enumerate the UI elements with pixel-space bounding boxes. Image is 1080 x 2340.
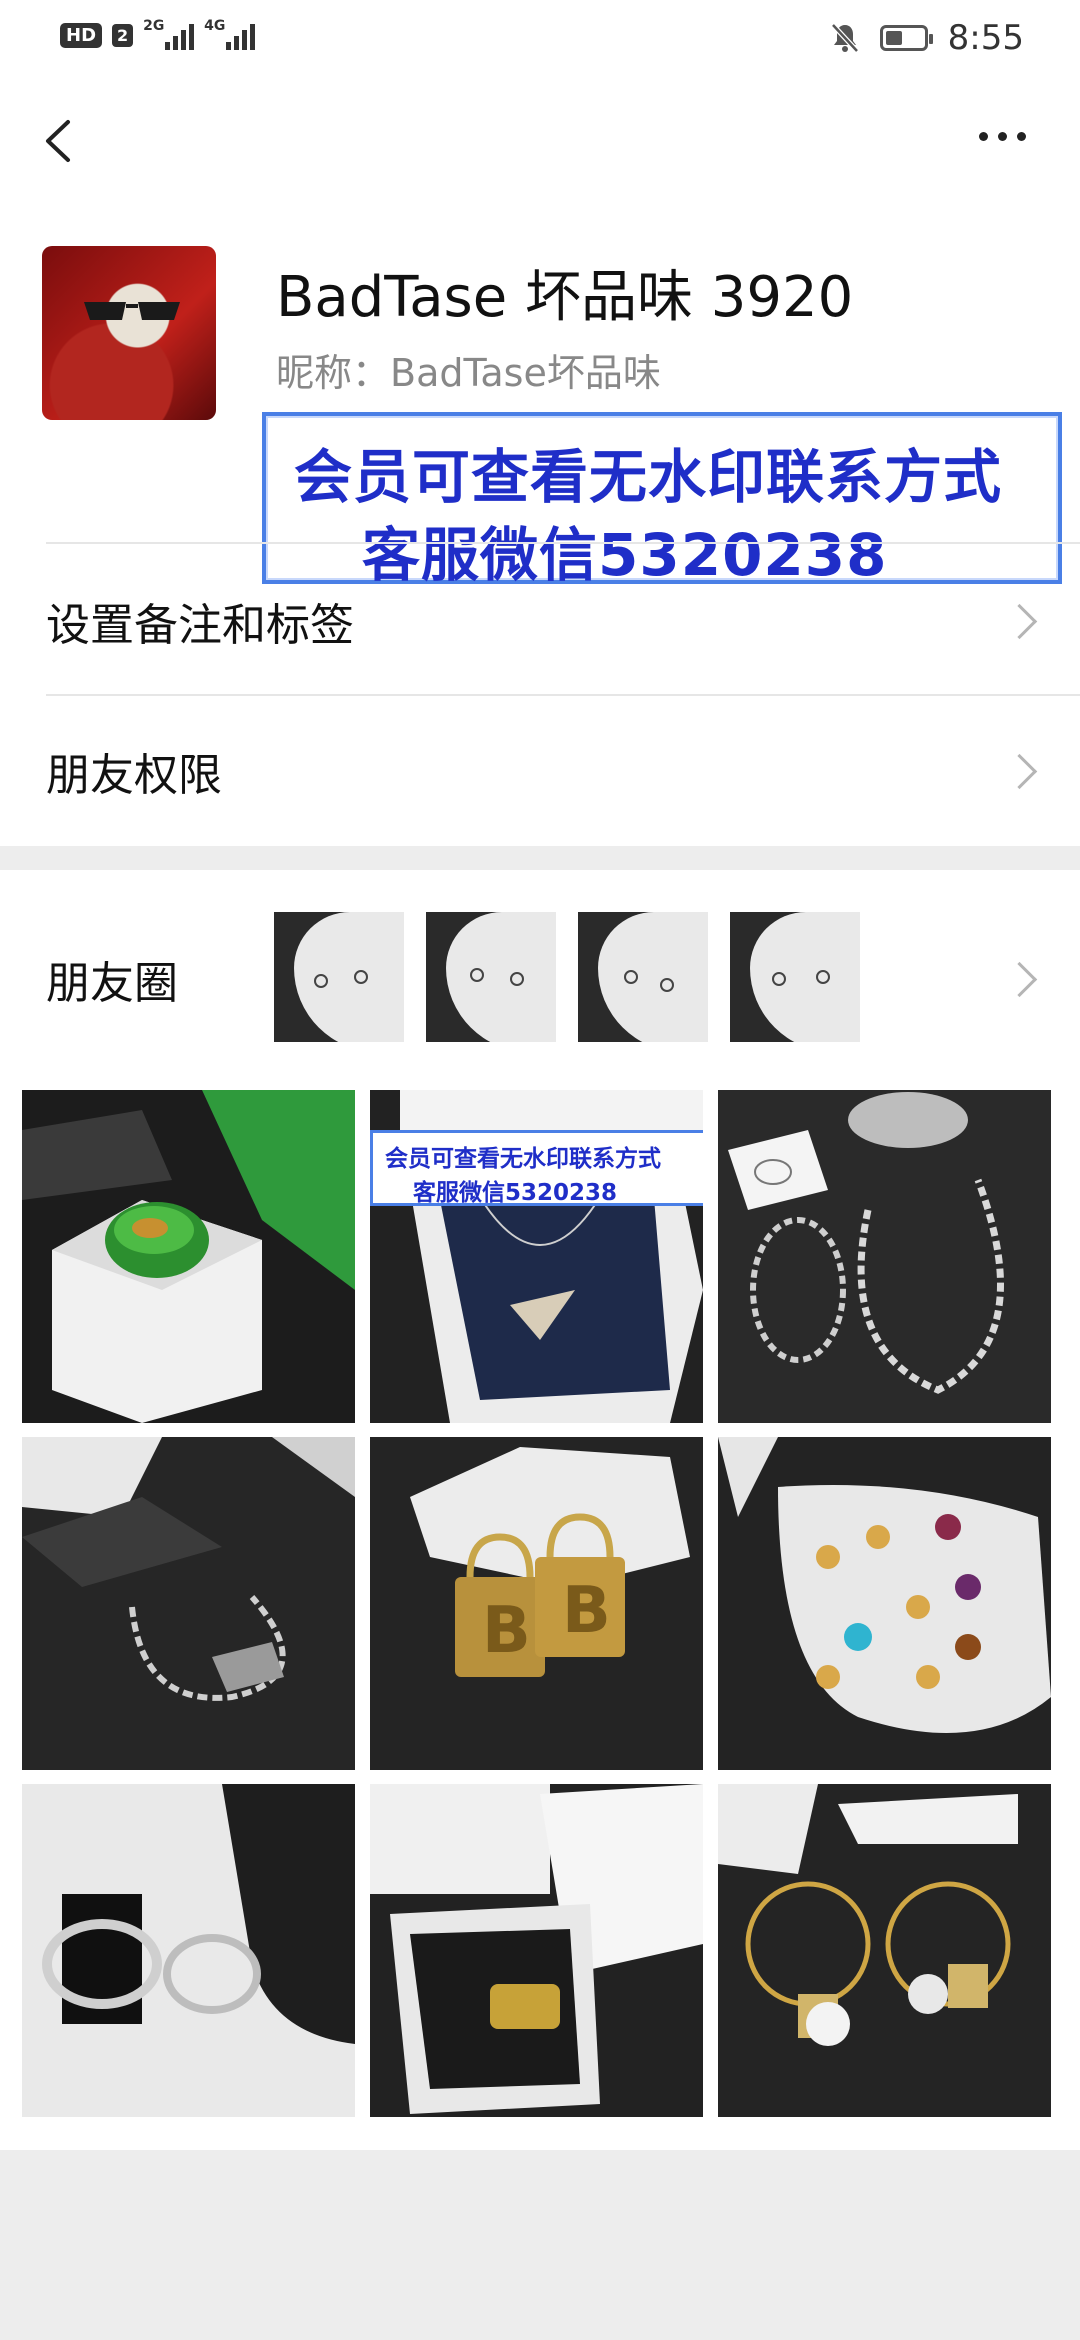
divider [46,542,1080,544]
watermark-line2: 客服微信5320238 [413,1180,618,1206]
network-4g-label: 4G [204,18,226,34]
photo-tile[interactable]: 会员可查看无水印联系方式 客服微信5320238 [370,1090,703,1423]
friend-permissions-label: 朋友权限 [46,750,222,801]
profile-nickname: 昵称：BadTase坏品味 [276,351,661,395]
silver-rings-photo [22,1784,355,2117]
moments-thumbnails[interactable] [274,912,860,1042]
hd-badge: HD [60,22,103,48]
mute-bell-icon [830,23,859,53]
profile-name: BadTase 坏品味 3920 [276,265,854,330]
status-left: HD 2 2G 4G [60,18,256,50]
nav-bar [0,76,1080,206]
moments-thumbnail[interactable] [274,912,404,1042]
moments-thumbnail[interactable] [578,912,708,1042]
watermark-line1: 会员可查看无水印联系方式 [294,443,1003,511]
padlock-earrings-photo: B B [370,1437,703,1770]
photo-tile[interactable] [718,1784,1051,2117]
green-ring-photo [22,1090,355,1423]
avatar[interactable] [42,246,216,420]
sim-badge: 2 [112,23,134,47]
svg-text:B: B [562,1574,611,1648]
back-arrow-icon[interactable] [38,118,84,164]
silver-bracelet-photo [22,1437,355,1770]
photo-tile[interactable] [22,1090,355,1423]
photo-tile[interactable] [370,1784,703,2117]
set-remark-label: 设置备注和标签 [46,600,354,651]
watermark-line1: 会员可查看无水印联系方式 [385,1146,661,1172]
photo-tile[interactable] [718,1437,1051,1770]
more-options-icon[interactable] [979,132,1026,141]
signal-4g-icon: 4G [204,18,256,50]
photo-tile[interactable] [22,1784,355,2117]
battery-level [885,31,902,45]
set-remark-row[interactable]: 设置备注和标签 [0,546,1080,696]
network-2g-label: 2G [143,18,165,34]
moments-thumbnail[interactable] [730,912,860,1042]
status-right: 8:55 [830,18,1024,58]
chain-jewelry-photo [718,1090,1051,1423]
photo-tile[interactable]: B B [370,1437,703,1770]
chevron-right-icon [1001,753,1038,789]
svg-text:B: B [482,1594,531,1668]
status-bar: HD 2 2G 4G 8:55 [0,0,1080,76]
moments-thumbnail[interactable] [426,912,556,1042]
battery-icon [879,25,933,51]
chevron-right-icon [1001,961,1038,997]
gift-box-photo [370,1784,703,2117]
photo-tile[interactable] [22,1437,355,1770]
signal-2g-icon: 2G [143,18,195,50]
hoop-earrings-photo [718,1784,1051,2117]
watermark-banner-small: 会员可查看无水印联系方式 客服微信5320238 [370,1130,703,1206]
chevron-right-icon [1001,603,1038,639]
photo-tile[interactable] [718,1090,1051,1423]
clock: 8:55 [947,18,1024,58]
photo-grid: 会员可查看无水印联系方式 客服微信5320238 B B [22,1090,1051,2117]
moments-label: 朋友圈 [46,958,178,1009]
sunglasses-icon [84,302,180,320]
friend-permissions-row[interactable]: 朋友权限 [0,696,1080,846]
gem-rings-photo [718,1437,1051,1770]
